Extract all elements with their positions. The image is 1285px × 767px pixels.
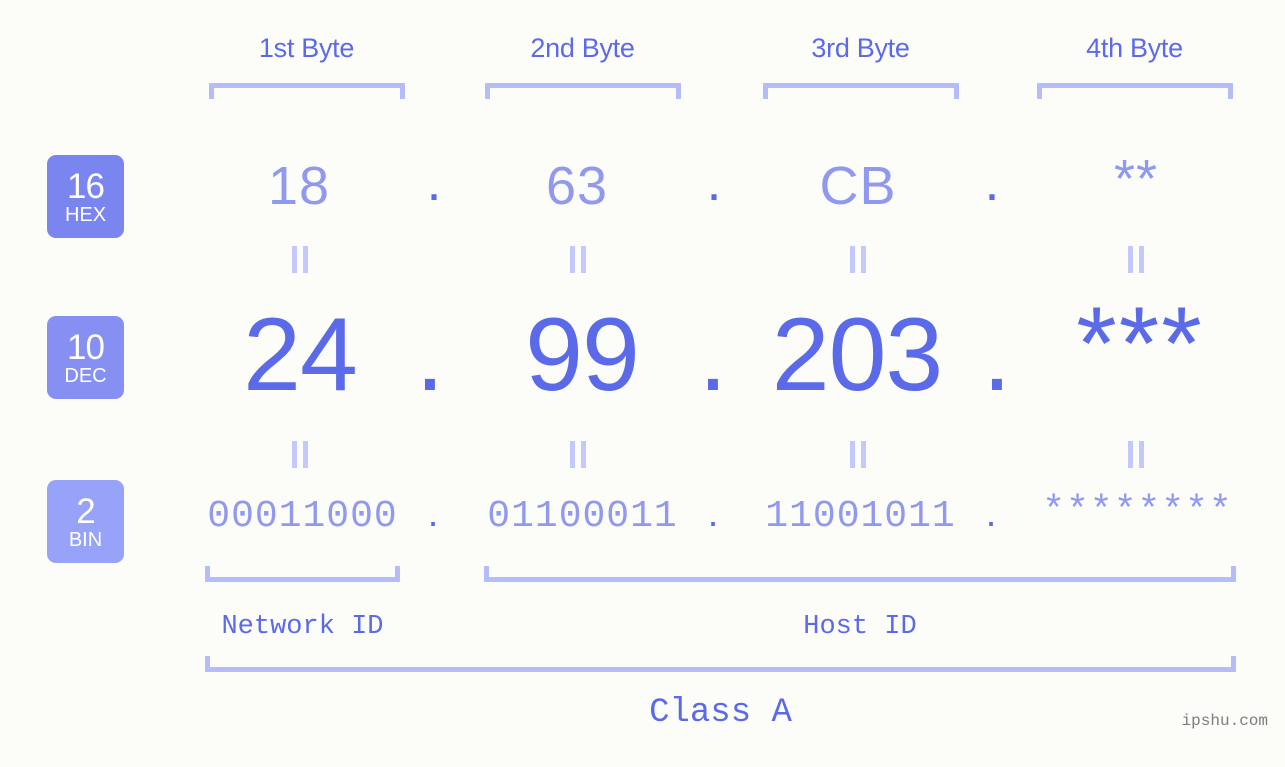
byte-header-3: 3rd Byte	[763, 33, 958, 64]
equals-icon-dec-bin-4	[1128, 441, 1144, 468]
ip-breakdown-diagram: 1st Byte 2nd Byte 3rd Byte 4th Byte 16 H…	[0, 0, 1285, 767]
dec-separator-2: .	[698, 297, 728, 413]
site-watermark: ipshu.com	[1181, 712, 1268, 730]
hex-byte-2: 63	[545, 156, 609, 216]
dec-byte-3: 203	[771, 297, 944, 413]
bin-separator-3: .	[985, 493, 997, 535]
radix-badge-bin: 2 BIN	[47, 480, 124, 563]
byte-bracket-1	[209, 83, 405, 99]
dec-separator-3: .	[982, 297, 1012, 413]
equals-icon-hex-dec-1	[292, 246, 308, 273]
hex-separator-1: .	[426, 152, 442, 212]
equals-icon-hex-dec-4	[1128, 246, 1144, 273]
hex-byte-3: CB	[819, 156, 897, 216]
host-id-bracket	[484, 566, 1236, 582]
bin-byte-1: 00011000	[207, 495, 398, 538]
equals-icon-hex-dec-3	[850, 246, 866, 273]
bin-byte-2: 01100011	[487, 495, 678, 538]
hex-byte-4: **	[1113, 149, 1159, 209]
radix-badge-label: HEX	[64, 203, 107, 226]
radix-badge-number: 2	[76, 491, 95, 531]
dec-byte-2: 99	[525, 297, 640, 413]
equals-icon-dec-bin-2	[570, 441, 586, 468]
equals-icon-dec-bin-3	[850, 441, 866, 468]
bin-separator-2: .	[707, 493, 719, 535]
byte-header-1: 1st Byte	[209, 33, 404, 64]
byte-header-label: 4th Byte	[1086, 33, 1183, 63]
dec-byte-1: 24	[243, 297, 358, 413]
equals-icon-hex-dec-2	[570, 246, 586, 273]
hex-byte-1: 18	[267, 156, 331, 216]
radix-badge-number: 16	[67, 166, 105, 206]
byte-header-4: 4th Byte	[1037, 33, 1232, 64]
radix-badge-hex: 16 HEX	[47, 155, 124, 238]
network-id-label: Network ID	[221, 612, 384, 642]
dec-separator-1: .	[415, 297, 445, 413]
network-id-bracket	[205, 566, 400, 582]
dec-byte-4: ***	[1076, 286, 1204, 402]
byte-header-label: 1st Byte	[258, 33, 355, 63]
class-bracket	[205, 656, 1236, 672]
bin-separator-1: .	[427, 493, 439, 535]
equals-icon-dec-bin-1	[292, 441, 308, 468]
host-id-label: Host ID	[803, 612, 917, 642]
byte-header-label: 2nd Byte	[530, 33, 635, 63]
hex-separator-2: .	[706, 152, 722, 212]
radix-badge-dec: 10 DEC	[47, 316, 124, 399]
class-label: Class A	[649, 694, 792, 732]
byte-header-label: 3rd Byte	[811, 33, 910, 63]
bin-byte-4: ********	[1042, 490, 1233, 533]
byte-bracket-4	[1037, 83, 1233, 99]
radix-badge-number: 10	[67, 327, 105, 367]
byte-bracket-2	[485, 83, 681, 99]
byte-bracket-3	[763, 83, 959, 99]
bin-byte-3: 11001011	[765, 495, 956, 538]
byte-header-2: 2nd Byte	[485, 33, 680, 64]
radix-badge-label: BIN	[68, 528, 103, 551]
hex-separator-3: .	[984, 152, 1000, 212]
radix-badge-label: DEC	[64, 364, 107, 387]
